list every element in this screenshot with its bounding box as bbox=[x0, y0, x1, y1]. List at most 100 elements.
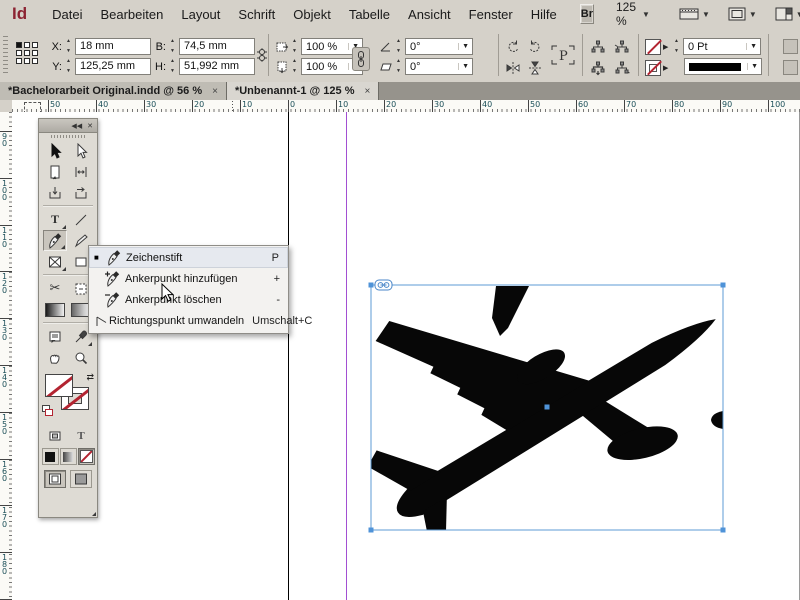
panel-drag-grip[interactable] bbox=[39, 133, 97, 140]
airplane-image[interactable] bbox=[309, 176, 764, 594]
view-options-dropdown[interactable]: ▼ bbox=[679, 7, 710, 21]
document-canvas[interactable] bbox=[12, 112, 800, 600]
menu-bearbeiten[interactable]: Bearbeiten bbox=[91, 3, 172, 26]
type-tool[interactable]: T bbox=[43, 209, 67, 230]
quick-apply-button[interactable] bbox=[783, 39, 798, 54]
tab-bachelorarbeit[interactable]: *Bachelorarbeit Original.indd @ 56 % × bbox=[0, 82, 227, 100]
close-icon[interactable]: ✕ bbox=[87, 122, 93, 130]
stroke-color-none-swatch[interactable] bbox=[645, 39, 661, 55]
menu-objekt[interactable]: Objekt bbox=[284, 3, 340, 26]
selection-frame[interactable] bbox=[368, 279, 726, 533]
bridge-button[interactable]: Br bbox=[579, 4, 594, 24]
flyout-arrow-icon[interactable]: ▶ bbox=[663, 64, 668, 72]
distribute-icon-3[interactable] bbox=[590, 60, 606, 76]
fill-stroke-indicator[interactable]: ⇄ bbox=[39, 371, 97, 423]
stroke-weight-dropdown[interactable]: 0 Pt ▼ bbox=[683, 38, 761, 55]
menu-datei[interactable]: Datei bbox=[43, 3, 91, 26]
rotate-cw-button[interactable] bbox=[505, 39, 521, 55]
ruler-label: 1 7 0 bbox=[2, 506, 8, 530]
close-icon[interactable]: × bbox=[212, 86, 218, 97]
tools-panel-titlebar[interactable]: ◀◀ ✕ bbox=[39, 119, 97, 133]
apply-color-button[interactable] bbox=[41, 448, 59, 465]
shear-angle-dropdown[interactable]: 0° ▼ bbox=[405, 58, 473, 75]
constrain-dimensions-icon[interactable] bbox=[256, 48, 268, 62]
menu-item-ankerpunkt-loeschen[interactable]: Ankerpunkt löschen - bbox=[89, 289, 288, 310]
selection-handle[interactable] bbox=[368, 282, 374, 288]
zoom-tool[interactable] bbox=[69, 347, 93, 368]
collapse-panel-icon[interactable]: ◀◀ bbox=[71, 122, 82, 130]
gradient-swatch-tool[interactable] bbox=[43, 299, 67, 320]
default-fill-stroke-icon[interactable] bbox=[42, 405, 53, 416]
selection-handle[interactable] bbox=[368, 527, 374, 533]
height-field[interactable]: 51,992 mm bbox=[179, 58, 255, 75]
height-stepper[interactable]: ▲ ▼ bbox=[168, 59, 177, 74]
line-tool[interactable] bbox=[69, 209, 93, 230]
scale-y-stepper[interactable]: ▲ ▼ bbox=[290, 59, 299, 74]
page-tool[interactable] bbox=[43, 161, 67, 182]
menu-tabelle[interactable]: Tabelle bbox=[340, 3, 399, 26]
stroke-style-preview bbox=[689, 62, 741, 71]
reference-point-proxy[interactable] bbox=[16, 42, 40, 66]
shear-stepper[interactable]: ▲ ▼ bbox=[394, 59, 403, 74]
menu-ansicht[interactable]: Ansicht bbox=[399, 3, 460, 26]
close-icon[interactable]: × bbox=[364, 86, 370, 97]
normal-view-mode-button[interactable] bbox=[44, 470, 66, 488]
panel-menu-button[interactable] bbox=[783, 60, 798, 75]
stroke-weight-stepper[interactable]: ▲ ▼ bbox=[672, 39, 681, 54]
center-point-handle[interactable] bbox=[544, 404, 550, 410]
ruler-major-tick bbox=[192, 100, 193, 112]
selection-tool[interactable] bbox=[43, 140, 67, 161]
scale-x-stepper[interactable]: ▲ ▼ bbox=[290, 39, 299, 54]
selection-handle[interactable] bbox=[720, 282, 726, 288]
stroke-style-dropdown[interactable]: ▼ bbox=[684, 58, 762, 75]
panel-grip[interactable] bbox=[3, 36, 8, 74]
y-stepper[interactable]: ▲ ▼ bbox=[64, 59, 73, 74]
direct-selection-tool[interactable] bbox=[69, 140, 93, 161]
fill-swatch[interactable] bbox=[45, 374, 73, 397]
menu-item-ankerpunkt-hinzufuegen[interactable]: Ankerpunkt hinzufügen + bbox=[89, 268, 288, 289]
distribute-icon-4[interactable] bbox=[614, 60, 630, 76]
apply-none-button[interactable] bbox=[77, 448, 95, 465]
fill-color-none-swatch[interactable] bbox=[645, 60, 661, 76]
x-position-field[interactable]: 18 mm bbox=[75, 38, 151, 55]
distribute-icon-1[interactable] bbox=[590, 39, 606, 55]
preview-mode-button[interactable] bbox=[70, 470, 92, 488]
zoom-level-dropdown[interactable]: 125 % ▼ bbox=[616, 0, 650, 28]
rotation-stepper[interactable]: ▲ ▼ bbox=[394, 39, 403, 54]
link-badge[interactable] bbox=[374, 279, 393, 291]
menu-layout[interactable]: Layout bbox=[172, 3, 229, 26]
menu-hilfe[interactable]: Hilfe bbox=[522, 3, 566, 26]
menu-item-zeichenstift[interactable]: ■ Zeichenstift P bbox=[89, 247, 288, 268]
gap-tool[interactable] bbox=[69, 161, 93, 182]
rotation-angle-dropdown[interactable]: 0° ▼ bbox=[405, 38, 473, 55]
selection-handle[interactable] bbox=[720, 527, 726, 533]
formatting-affects-container-button[interactable] bbox=[43, 425, 67, 446]
content-collector-tool[interactable] bbox=[43, 182, 67, 203]
flip-horizontal-button[interactable] bbox=[505, 60, 521, 76]
pen-tool[interactable] bbox=[43, 230, 67, 251]
width-field[interactable]: 74,5 mm bbox=[179, 38, 255, 55]
screen-mode-dropdown[interactable]: ▼ bbox=[728, 7, 757, 21]
note-tool[interactable] bbox=[43, 326, 67, 347]
formatting-affects-text-button[interactable]: T bbox=[69, 425, 93, 446]
menu-schrift[interactable]: Schrift bbox=[229, 3, 284, 26]
flip-vertical-button[interactable] bbox=[527, 60, 543, 76]
tab-unbenannt-1[interactable]: *Unbenannt-1 @ 125 % × bbox=[226, 82, 380, 100]
x-stepper[interactable]: ▲ ▼ bbox=[64, 39, 73, 54]
hand-tool[interactable] bbox=[43, 347, 67, 368]
content-placer-tool[interactable] bbox=[69, 182, 93, 203]
workspace-dropdown[interactable]: ▼ bbox=[775, 7, 800, 21]
y-position-field[interactable]: 125,25 mm bbox=[75, 58, 151, 75]
swap-fill-stroke-icon[interactable]: ⇄ bbox=[86, 372, 94, 383]
scissors-tool[interactable]: ✂ bbox=[43, 278, 67, 299]
menu-fenster[interactable]: Fenster bbox=[460, 3, 522, 26]
flyout-arrow-icon[interactable]: ▶ bbox=[663, 43, 668, 51]
rectangle-frame-tool[interactable] bbox=[43, 251, 67, 272]
rotate-ccw-button[interactable] bbox=[527, 39, 543, 55]
constrain-scale-link-button[interactable] bbox=[352, 47, 370, 71]
menu-item-richtungspunkt-umwandeln[interactable]: Richtungspunkt umwandeln Umschalt+C bbox=[89, 310, 312, 331]
select-container-button[interactable]: P bbox=[550, 44, 576, 66]
width-stepper[interactable]: ▲ ▼ bbox=[168, 39, 177, 54]
distribute-icon-2[interactable] bbox=[614, 39, 630, 55]
apply-gradient-button[interactable] bbox=[59, 448, 77, 465]
